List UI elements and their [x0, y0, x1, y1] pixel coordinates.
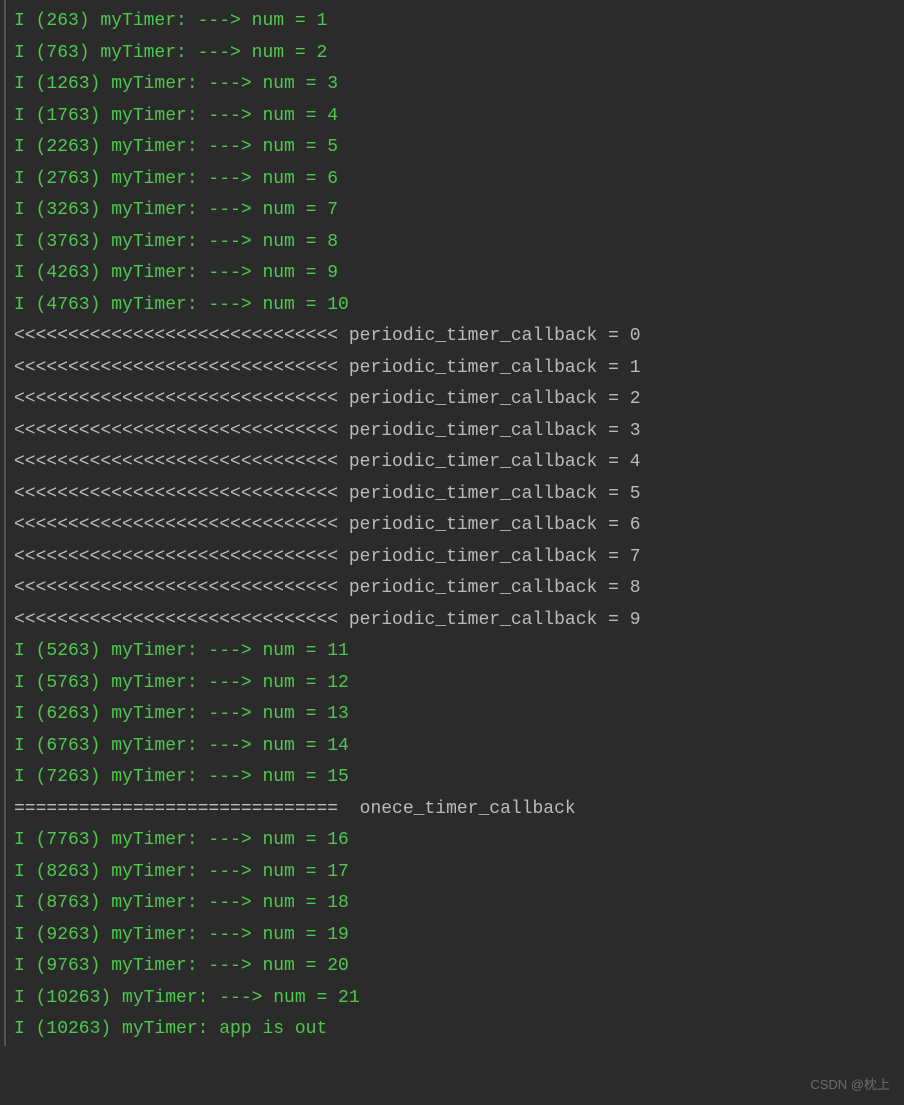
log-line: <<<<<<<<<<<<<<<<<<<<<<<<<<<<<< periodic_… — [6, 479, 904, 511]
log-line: <<<<<<<<<<<<<<<<<<<<<<<<<<<<<< periodic_… — [6, 416, 904, 448]
log-line: I (6763) myTimer: ---> num = 14 — [6, 731, 904, 763]
log-line: ============================== onece_tim… — [6, 794, 904, 826]
log-line: I (2263) myTimer: ---> num = 5 — [6, 132, 904, 164]
log-line: <<<<<<<<<<<<<<<<<<<<<<<<<<<<<< periodic_… — [6, 573, 904, 605]
log-line: I (8263) myTimer: ---> num = 17 — [6, 857, 904, 889]
log-line: I (2763) myTimer: ---> num = 6 — [6, 164, 904, 196]
log-line: I (3263) myTimer: ---> num = 7 — [6, 195, 904, 227]
log-line: I (10263) myTimer: ---> num = 21 — [6, 983, 904, 1015]
log-line: I (7763) myTimer: ---> num = 16 — [6, 825, 904, 857]
log-line: <<<<<<<<<<<<<<<<<<<<<<<<<<<<<< periodic_… — [6, 605, 904, 637]
log-line: <<<<<<<<<<<<<<<<<<<<<<<<<<<<<< periodic_… — [6, 542, 904, 574]
log-line: <<<<<<<<<<<<<<<<<<<<<<<<<<<<<< periodic_… — [6, 447, 904, 479]
log-line: I (9263) myTimer: ---> num = 19 — [6, 920, 904, 952]
log-line: I (3763) myTimer: ---> num = 8 — [6, 227, 904, 259]
log-line: <<<<<<<<<<<<<<<<<<<<<<<<<<<<<< periodic_… — [6, 321, 904, 353]
terminal-output[interactable]: I (263) myTimer: ---> num = 1I (763) myT… — [4, 0, 904, 1046]
log-line: I (4763) myTimer: ---> num = 10 — [6, 290, 904, 322]
log-line: <<<<<<<<<<<<<<<<<<<<<<<<<<<<<< periodic_… — [6, 353, 904, 385]
watermark-text: CSDN @枕上 — [810, 1074, 890, 1097]
log-line: I (1763) myTimer: ---> num = 4 — [6, 101, 904, 133]
log-line: I (10263) myTimer: app is out — [6, 1014, 904, 1046]
log-line: I (4263) myTimer: ---> num = 9 — [6, 258, 904, 290]
log-line: I (9763) myTimer: ---> num = 20 — [6, 951, 904, 983]
log-line: I (8763) myTimer: ---> num = 18 — [6, 888, 904, 920]
log-line: <<<<<<<<<<<<<<<<<<<<<<<<<<<<<< periodic_… — [6, 384, 904, 416]
log-line: I (7263) myTimer: ---> num = 15 — [6, 762, 904, 794]
log-line: I (763) myTimer: ---> num = 2 — [6, 38, 904, 70]
log-line: I (1263) myTimer: ---> num = 3 — [6, 69, 904, 101]
log-line: I (6263) myTimer: ---> num = 13 — [6, 699, 904, 731]
log-line: I (5263) myTimer: ---> num = 11 — [6, 636, 904, 668]
log-line: I (5763) myTimer: ---> num = 12 — [6, 668, 904, 700]
log-line: I (263) myTimer: ---> num = 1 — [6, 6, 904, 38]
log-line: <<<<<<<<<<<<<<<<<<<<<<<<<<<<<< periodic_… — [6, 510, 904, 542]
